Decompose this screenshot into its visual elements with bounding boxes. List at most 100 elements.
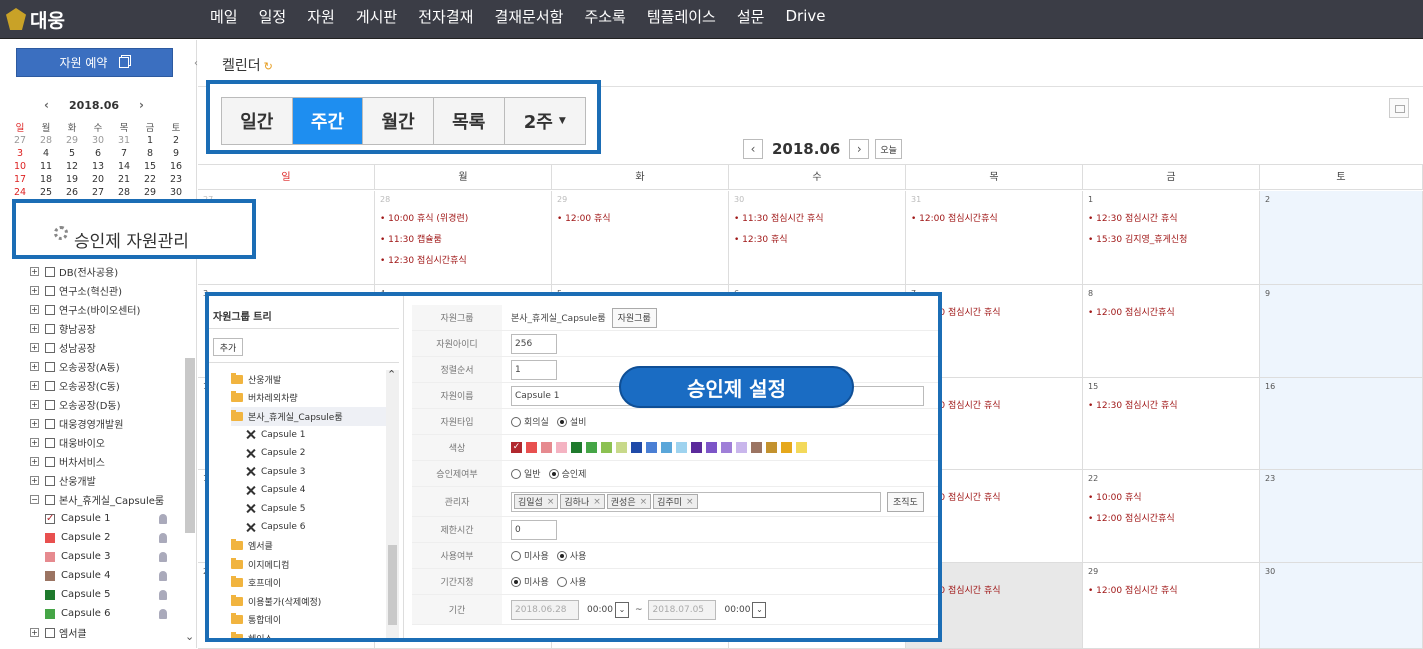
color-swatch[interactable]	[45, 551, 55, 562]
tree-item[interactable]: Capsule 5	[30, 585, 190, 604]
expand-icon[interactable]: +	[30, 267, 39, 276]
group-tree-item[interactable]: 호프데이	[231, 574, 386, 593]
mini-cal-day[interactable]: 12	[59, 160, 85, 173]
mini-cal-day[interactable]: 23	[163, 173, 189, 186]
manager-tag[interactable]: 김주미 ×	[653, 494, 698, 509]
group-tree-item[interactable]: 산웅개발	[231, 370, 386, 389]
expand-icon[interactable]: +	[30, 381, 39, 390]
prev-period-button[interactable]: ‹	[743, 139, 763, 159]
mini-cal-day[interactable]: 14	[111, 160, 137, 173]
tree-item[interactable]: + 성남공장	[30, 338, 190, 357]
color-swatch[interactable]	[751, 442, 762, 453]
mini-cal-day[interactable]: 16	[163, 160, 189, 173]
group-tree-item[interactable]: 본사_휴게실_Capsule룸	[231, 407, 386, 426]
checkbox[interactable]	[45, 304, 55, 315]
expand-icon[interactable]: +	[30, 419, 39, 428]
nav-item[interactable]: 설문	[737, 6, 765, 27]
approval-resource-management-callout[interactable]: 승인제 자원관리	[12, 199, 256, 259]
time-to-select[interactable]: 00:00 ⌄	[724, 601, 767, 619]
person-icon[interactable]	[159, 589, 167, 600]
period-on-radio[interactable]: 사용	[556, 575, 586, 588]
color-swatch[interactable]	[556, 442, 567, 453]
checkbox[interactable]	[45, 418, 55, 429]
tree-item[interactable]: ✓ Capsule 1	[30, 509, 190, 528]
nav-item[interactable]: 자원	[307, 6, 335, 27]
reserve-resource-button[interactable]: 자원 예약	[16, 48, 173, 77]
calendar-event[interactable]: • 12:00 휴식	[557, 211, 611, 224]
nav-item[interactable]: Drive	[785, 7, 825, 25]
checkbox[interactable]	[45, 266, 55, 277]
mini-cal-day[interactable]: 1	[137, 134, 163, 147]
color-swatch[interactable]	[691, 442, 702, 453]
calendar-event[interactable]: • 12:30 점심시간 휴식	[1088, 211, 1178, 224]
tree-item[interactable]: + 연구소(바이오센터)	[30, 300, 190, 319]
mini-cal-day[interactable]: 22	[137, 173, 163, 186]
mini-cal-day[interactable]: 2	[163, 134, 189, 147]
mini-cal-day[interactable]: 5	[59, 147, 85, 160]
mini-cal-day[interactable]: 30	[163, 186, 189, 199]
calendar-event[interactable]: • 15:30 김지영_휴게신청	[1088, 232, 1187, 245]
group-tree-item[interactable]: 이지메디컴	[231, 555, 386, 574]
mini-cal-day[interactable]: 7	[111, 147, 137, 160]
color-swatch[interactable]	[706, 442, 717, 453]
mini-cal-day[interactable]: 10	[7, 160, 33, 173]
tree-item[interactable]: + 오송공장(C동)	[30, 376, 190, 395]
day-cell[interactable]: 30	[1260, 563, 1423, 649]
approval-normal-radio[interactable]: 일반	[511, 467, 541, 480]
group-tree-item[interactable]: Capsule 4	[231, 481, 386, 500]
color-swatch[interactable]	[796, 442, 807, 453]
expand-icon[interactable]: +	[30, 628, 39, 637]
checkbox[interactable]	[45, 475, 55, 486]
calendar-event[interactable]: • 10:00 휴식	[1088, 490, 1142, 503]
expand-icon[interactable]: +	[30, 476, 39, 485]
nav-item[interactable]: 주소록	[584, 6, 625, 27]
type-meeting-radio[interactable]: 회의실	[511, 415, 549, 428]
manager-input[interactable]: 김일섭 × 김하나 × 권성은 × 김주미 ×	[511, 491, 881, 512]
day-cell[interactable]: 9	[1260, 285, 1423, 378]
checkbox[interactable]	[45, 342, 55, 353]
period-off-radio[interactable]: 미사용	[511, 575, 549, 588]
mini-cal-day[interactable]: 15	[137, 160, 163, 173]
remove-icon[interactable]: ×	[547, 497, 555, 507]
calendar-event[interactable]: • 12:30 휴식	[734, 232, 788, 245]
day-cell[interactable]: 16	[1260, 378, 1423, 470]
time-from-select[interactable]: 00:00 ⌄	[587, 601, 629, 619]
refresh-icon[interactable]: ↻	[264, 60, 273, 73]
color-swatch[interactable]	[45, 570, 55, 581]
company-logo[interactable]: 대웅	[6, 5, 65, 33]
color-swatch[interactable]	[661, 442, 672, 453]
view-tab[interactable]: 2주 ▼	[504, 98, 585, 144]
tree-item[interactable]: + 오송공장(D동)	[30, 395, 190, 414]
group-tree-item[interactable]: Capsule 5	[231, 500, 386, 519]
group-tree-item[interactable]: Capsule 1	[231, 426, 386, 445]
group-tree-item[interactable]: 이용불가(삭제예정)	[231, 592, 386, 611]
day-cell[interactable]: 22 • 10:00 휴식 • 12:00 점심시간휴식	[1083, 470, 1260, 563]
resource-id-input[interactable]: 256	[511, 333, 557, 354]
tree-item[interactable]: Capsule 3	[30, 547, 190, 566]
color-swatch[interactable]	[736, 442, 747, 453]
color-swatch[interactable]	[766, 442, 777, 453]
tree-item[interactable]: + 대웅경영개발원	[30, 414, 190, 433]
day-cell[interactable]: 29 • 12:00 점심시간 휴식	[1083, 563, 1260, 649]
collapse-sidebar-icon[interactable]: ‹	[194, 58, 198, 69]
nav-item[interactable]: 게시판	[356, 6, 397, 27]
date-to-input[interactable]: 2018.07.05	[648, 599, 717, 620]
expand-icon[interactable]: +	[30, 286, 39, 295]
mini-cal-day[interactable]: 13	[85, 160, 111, 173]
tree-item[interactable]: Capsule 6	[30, 604, 190, 623]
calendar-event[interactable]: • 12:30 점심시간 휴식	[1088, 398, 1178, 411]
calendar-event[interactable]: • 12:00 점심시간 휴식	[1088, 583, 1178, 596]
nav-item[interactable]: 전자결재	[418, 6, 473, 27]
day-cell[interactable]: 29 • 12:00 휴식	[552, 191, 729, 285]
sort-order-input[interactable]: 1	[511, 359, 557, 380]
calendar-event[interactable]: • 12:00 점심시간휴식	[911, 211, 998, 224]
group-tree-item[interactable]: 엠서클	[231, 537, 386, 556]
group-tree-item[interactable]: 헤이스	[231, 629, 386, 638]
collapse-icon[interactable]: −	[30, 495, 39, 504]
color-swatch[interactable]	[616, 442, 627, 453]
mini-cal-day[interactable]: 29	[59, 134, 85, 147]
day-cell[interactable]: 23	[1260, 470, 1423, 563]
mini-cal-day[interactable]: 9	[163, 147, 189, 160]
group-tree-item[interactable]: Capsule 6	[231, 518, 386, 537]
scrollbar-thumb[interactable]	[388, 545, 397, 625]
